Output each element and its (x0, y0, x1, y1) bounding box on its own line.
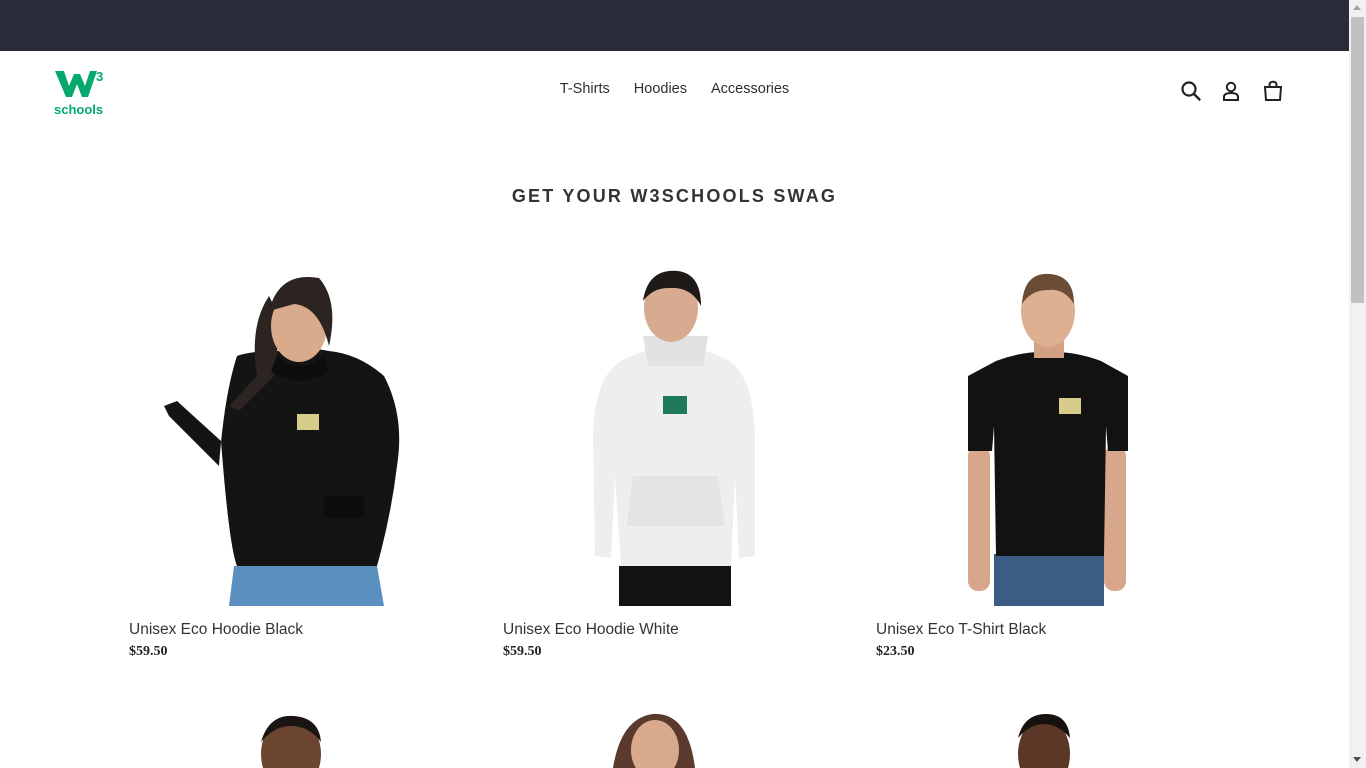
nav-item-accessories[interactable]: Accessories (711, 81, 789, 97)
account-icon[interactable] (1219, 79, 1243, 103)
logo-wordmark: schools (54, 102, 103, 117)
product-image[interactable] (503, 266, 803, 606)
nav-item-t-shirts[interactable]: T-Shirts (560, 81, 610, 97)
scroll-down-arrow-icon[interactable] (1353, 757, 1361, 762)
product-image[interactable] (876, 712, 1176, 768)
product-price: $59.50 (503, 644, 542, 659)
page-scrollbar[interactable] (1349, 0, 1366, 768)
product-price: $23.50 (876, 644, 915, 659)
product-title[interactable]: Unisex Eco T-Shirt Black (876, 621, 1046, 639)
cart-icon[interactable] (1261, 79, 1285, 103)
product-price: $59.50 (129, 644, 168, 659)
nav-item-hoodies[interactable]: Hoodies (634, 81, 687, 97)
product-image[interactable] (129, 712, 429, 768)
scroll-up-arrow-icon[interactable] (1353, 5, 1361, 10)
product-image[interactable] (129, 266, 429, 606)
search-icon[interactable] (1179, 79, 1203, 103)
product-title[interactable]: Unisex Eco Hoodie Black (129, 621, 303, 639)
product-image[interactable] (503, 712, 803, 768)
collection-heading: GET YOUR W3SCHOOLS SWAG (511, 186, 838, 206)
product-image[interactable] (876, 266, 1176, 606)
site-header: 3 schools T-Shirts Hoodies Accessories (0, 51, 1349, 131)
announcement-bar (0, 0, 1349, 51)
product-title[interactable]: Unisex Eco Hoodie White (503, 621, 679, 639)
main-nav: T-Shirts Hoodies Accessories (0, 81, 1349, 97)
scrollbar-thumb[interactable] (1351, 17, 1364, 303)
